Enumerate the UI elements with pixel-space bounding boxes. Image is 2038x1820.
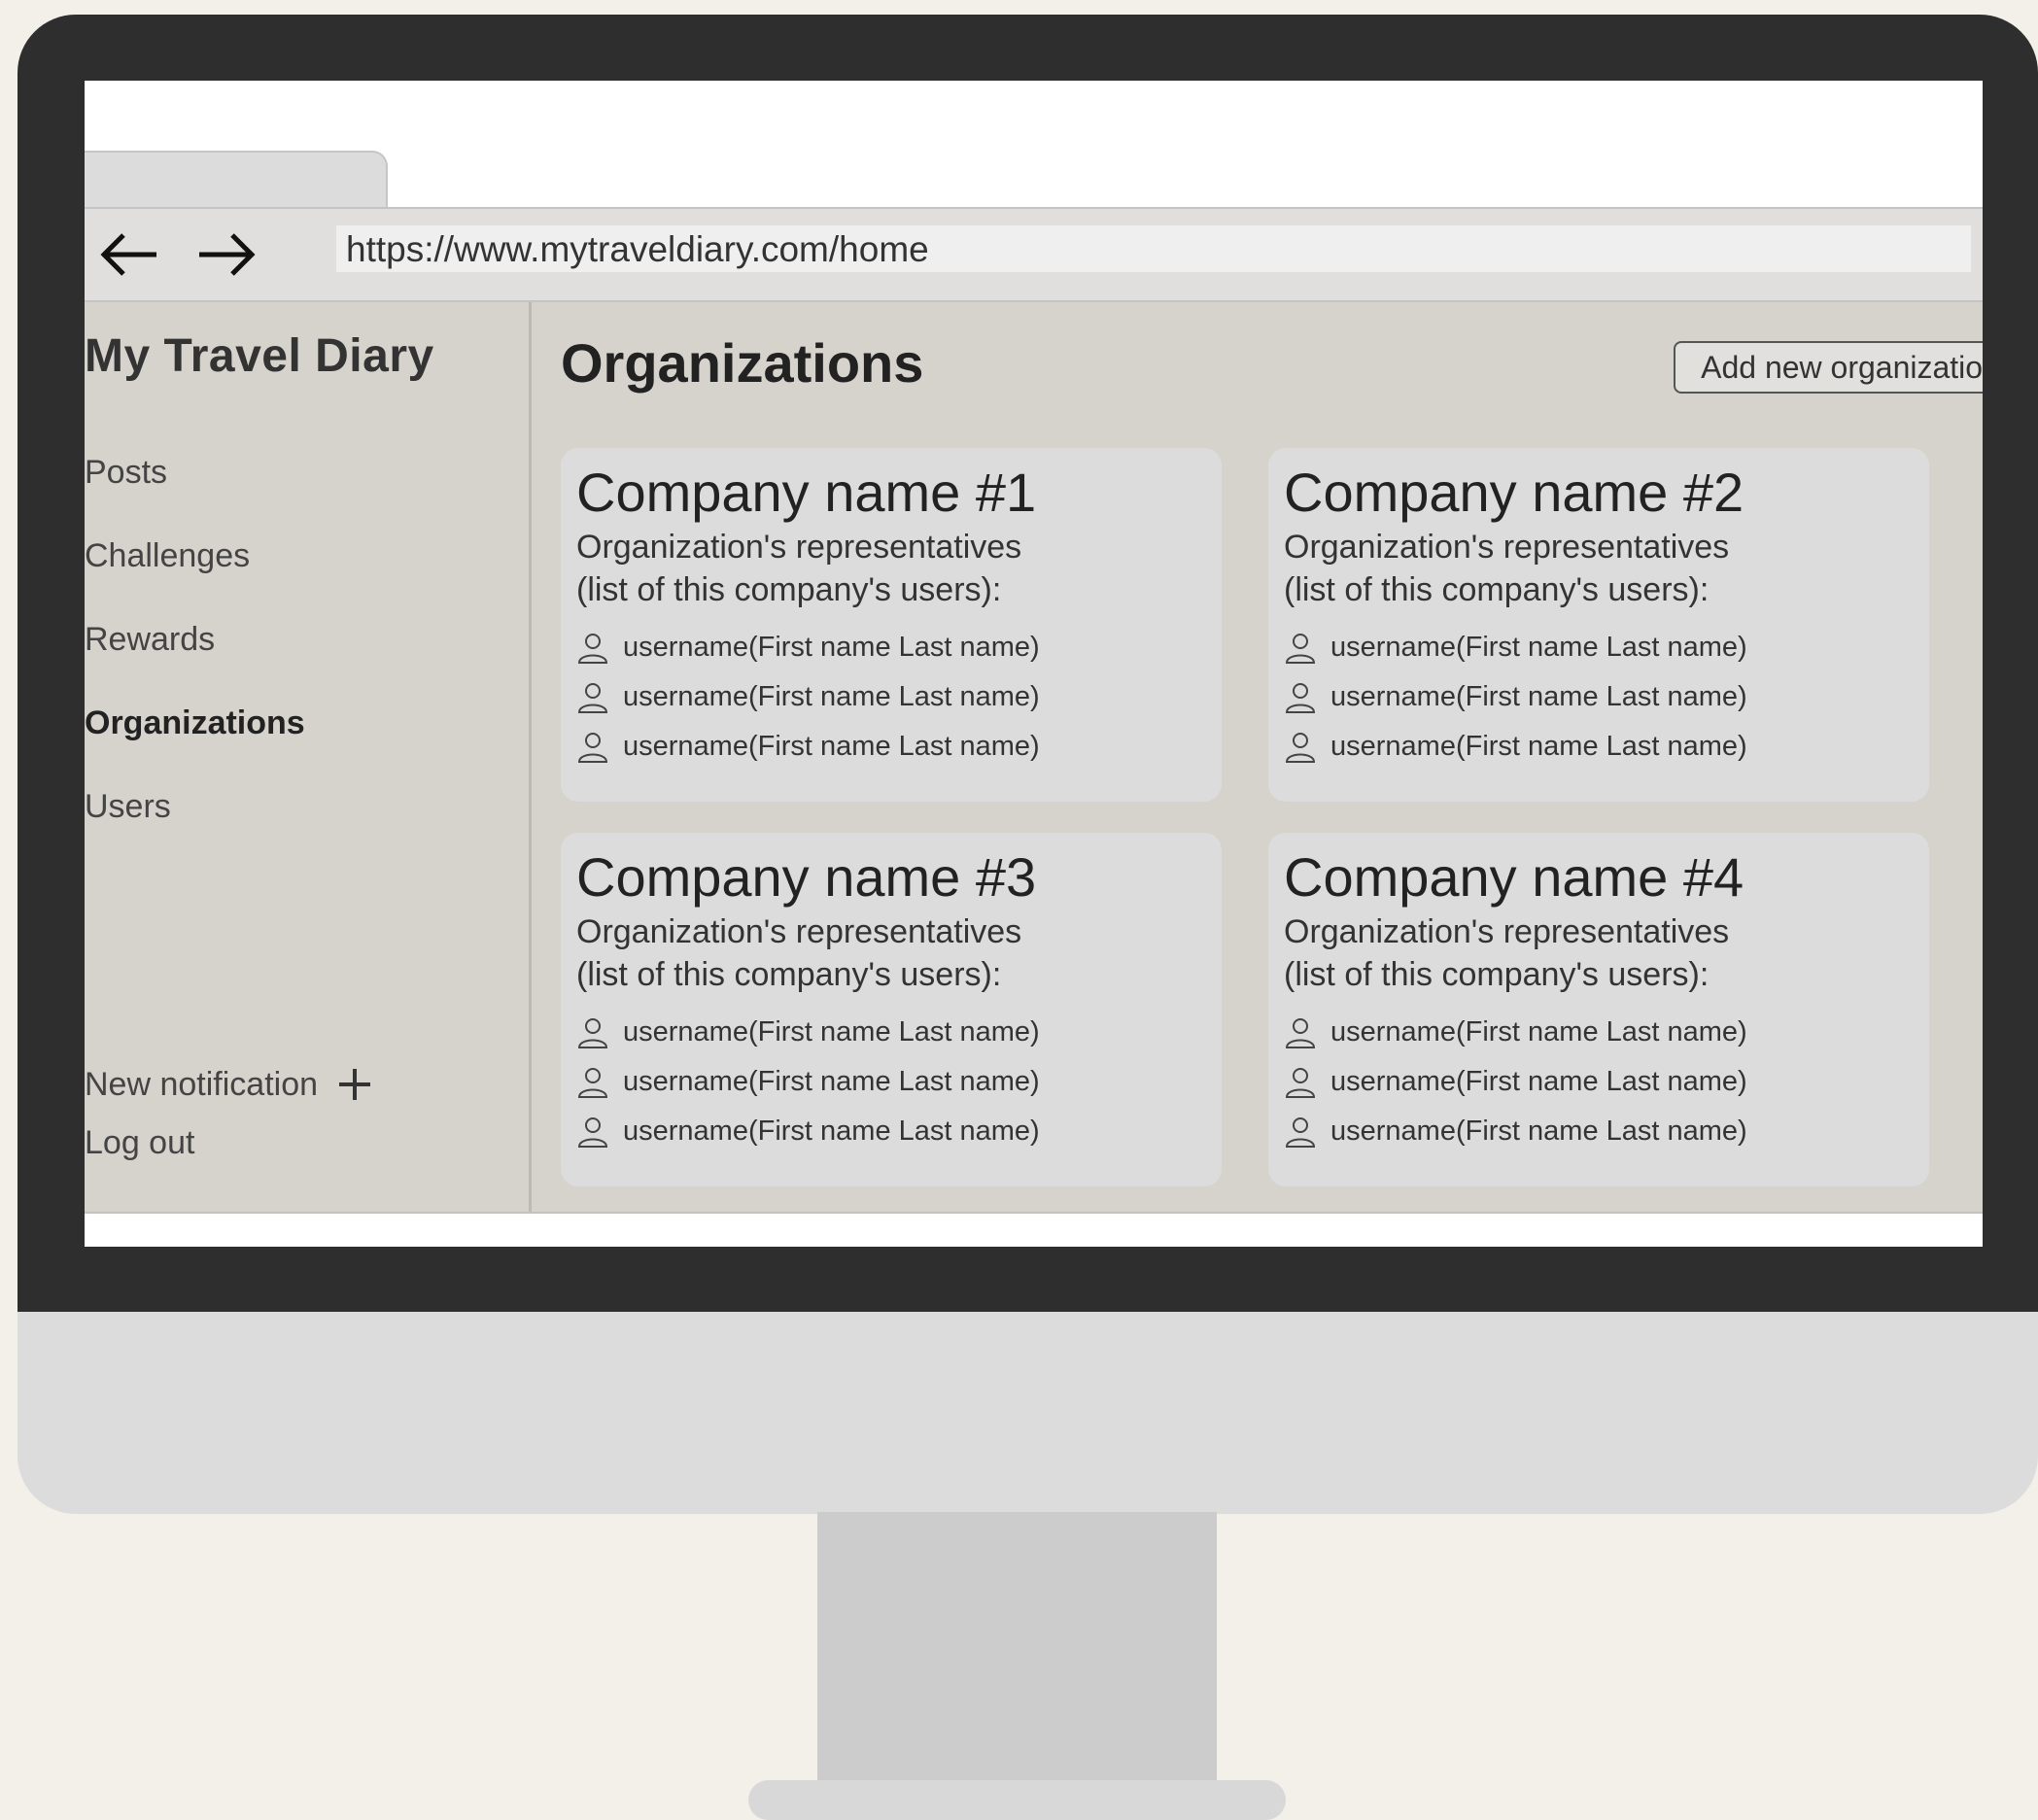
sidebar-item-users[interactable]: Users	[85, 787, 305, 871]
organization-cards: Company name #1 Organization's represent…	[561, 448, 1983, 1186]
address-bar[interactable]: https://www.mytraveldiary.com/home	[335, 224, 1972, 273]
organization-card[interactable]: Company name #3 Organization's represent…	[561, 833, 1222, 1186]
representatives-heading: Organization's representatives (list of …	[1284, 526, 1914, 611]
representative-name: username(First name Last name)	[1330, 632, 1747, 663]
representative-name: username(First name Last name)	[1330, 1016, 1747, 1047]
monitor-chin	[17, 1312, 2038, 1514]
user-icon	[1285, 1017, 1316, 1048]
user-icon	[577, 1017, 608, 1048]
new-notification-label: New notification	[85, 1065, 319, 1103]
list-item[interactable]: username(First name Last name)	[576, 722, 1206, 772]
plus-icon	[339, 1069, 371, 1100]
representative-name: username(First name Last name)	[1330, 1116, 1747, 1147]
representatives-heading-line1: Organization's representatives	[1284, 913, 1730, 950]
monitor-stand-neck	[817, 1512, 1217, 1784]
representative-name: username(First name Last name)	[623, 731, 1040, 762]
representative-name: username(First name Last name)	[623, 1066, 1040, 1097]
representatives-heading-line2: (list of this company's users):	[576, 956, 1002, 993]
representative-name: username(First name Last name)	[623, 1116, 1040, 1147]
representatives-list: username(First name Last name) username(…	[576, 623, 1206, 772]
sidebar: My Travel Diary Posts Challenges Rewards…	[85, 302, 532, 1212]
list-item[interactable]: username(First name Last name)	[576, 672, 1206, 722]
sidebar-item-organizations[interactable]: Organizations	[85, 704, 305, 787]
brand-title: My Travel Diary	[85, 330, 434, 382]
user-icon	[1285, 1067, 1316, 1098]
representative-name: username(First name Last name)	[623, 632, 1040, 663]
representatives-heading-line2: (list of this company's users):	[576, 571, 1002, 608]
representatives-heading: Organization's representatives (list of …	[576, 910, 1206, 996]
representative-name: username(First name Last name)	[623, 681, 1040, 712]
user-icon	[1285, 633, 1316, 664]
representatives-heading-line1: Organization's representatives	[1284, 529, 1730, 566]
list-item[interactable]: username(First name Last name)	[576, 1107, 1206, 1156]
user-icon	[577, 732, 608, 763]
representatives-list: username(First name Last name) username(…	[576, 1008, 1206, 1156]
representative-name: username(First name Last name)	[623, 1016, 1040, 1047]
main-content: Organizations Add new organization Compa…	[532, 302, 1983, 1212]
representatives-heading-line2: (list of this company's users):	[1284, 956, 1710, 993]
sidebar-nav: Posts Challenges Rewards Organizations U…	[85, 453, 305, 871]
list-item[interactable]: username(First name Last name)	[1284, 722, 1914, 772]
organization-card[interactable]: Company name #2 Organization's represent…	[1268, 448, 1929, 802]
representatives-heading-line1: Organization's representatives	[576, 529, 1022, 566]
representatives-list: username(First name Last name) username(…	[1284, 1008, 1914, 1156]
app-window: My Travel Diary Posts Challenges Rewards…	[85, 302, 1983, 1214]
list-item[interactable]: username(First name Last name)	[1284, 1057, 1914, 1107]
organization-card[interactable]: Company name #1 Organization's represent…	[561, 448, 1222, 802]
representative-name: username(First name Last name)	[1330, 681, 1747, 712]
new-notification-button[interactable]: New notification	[85, 1060, 371, 1109]
organization-name: Company name #3	[576, 846, 1037, 908]
user-icon	[577, 682, 608, 713]
organization-name: Company name #1	[576, 462, 1037, 523]
user-icon	[1285, 682, 1316, 713]
organization-name: Company name #4	[1284, 846, 1744, 908]
user-icon	[577, 1116, 608, 1148]
browser-tab[interactable]	[85, 151, 388, 207]
sidebar-bottom: New notification Log out	[85, 1060, 371, 1162]
representatives-heading: Organization's representatives (list of …	[1284, 910, 1914, 996]
browser-toolbar: https://www.mytraveldiary.com/home	[85, 207, 1983, 302]
user-icon	[577, 633, 608, 664]
list-item[interactable]: username(First name Last name)	[1284, 623, 1914, 672]
page-title: Organizations	[561, 332, 924, 394]
logout-button[interactable]: Log out	[85, 1124, 370, 1162]
list-item[interactable]: username(First name Last name)	[576, 623, 1206, 672]
list-item[interactable]: username(First name Last name)	[576, 1008, 1206, 1057]
monitor-stand-foot	[748, 1780, 1286, 1820]
representatives-heading-line2: (list of this company's users):	[1284, 571, 1710, 608]
arrow-right-icon[interactable]	[191, 224, 259, 285]
sidebar-item-posts[interactable]: Posts	[85, 453, 305, 536]
sidebar-item-rewards[interactable]: Rewards	[85, 620, 305, 704]
user-icon	[1285, 1116, 1316, 1148]
representative-name: username(First name Last name)	[1330, 1066, 1747, 1097]
organization-name: Company name #2	[1284, 462, 1744, 523]
representatives-list: username(First name Last name) username(…	[1284, 623, 1914, 772]
add-organization-button[interactable]: Add new organization	[1674, 341, 1983, 394]
list-item[interactable]: username(First name Last name)	[1284, 1107, 1914, 1156]
representatives-heading-line1: Organization's representatives	[576, 913, 1022, 950]
representatives-heading: Organization's representatives (list of …	[576, 526, 1206, 611]
screen: https://www.mytraveldiary.com/home My Tr…	[85, 81, 1983, 1247]
list-item[interactable]: username(First name Last name)	[1284, 1008, 1914, 1057]
representative-name: username(First name Last name)	[1330, 731, 1747, 762]
arrow-left-icon[interactable]	[96, 224, 164, 285]
user-icon	[577, 1067, 608, 1098]
list-item[interactable]: username(First name Last name)	[1284, 672, 1914, 722]
list-item[interactable]: username(First name Last name)	[576, 1057, 1206, 1107]
organization-card[interactable]: Company name #4 Organization's represent…	[1268, 833, 1929, 1186]
user-icon	[1285, 732, 1316, 763]
sidebar-item-challenges[interactable]: Challenges	[85, 536, 305, 620]
